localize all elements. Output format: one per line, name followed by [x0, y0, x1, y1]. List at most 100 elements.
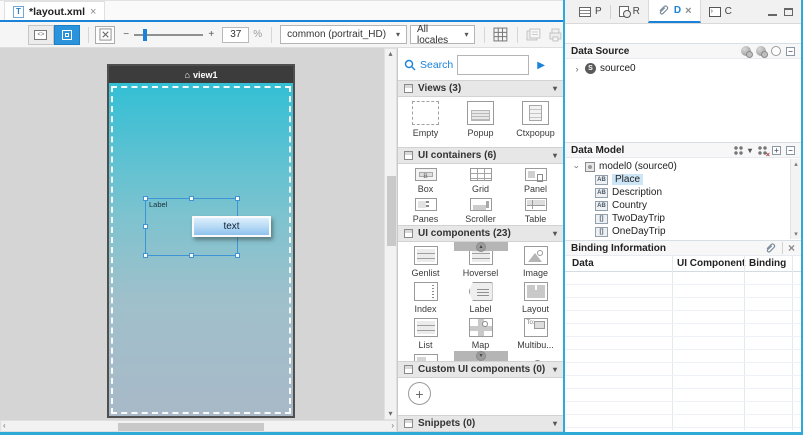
tab-resources[interactable]: R: [611, 0, 648, 23]
data-model-scrollbar[interactable]: ▴ ▾: [790, 159, 801, 239]
canvas-horizontal-scrollbar[interactable]: ‹ ›: [0, 420, 397, 432]
tab-data-binding[interactable]: D ×: [648, 0, 701, 23]
scroll-left-icon[interactable]: ‹: [3, 422, 6, 430]
scroll-up-icon[interactable]: ▴: [388, 50, 392, 58]
scroll-up-icon[interactable]: ▴: [794, 160, 798, 168]
expand-all-icon[interactable]: +: [772, 146, 781, 155]
vertical-scroll-thumb[interactable]: [387, 176, 396, 246]
palette-item-partial[interactable]: [508, 350, 563, 361]
palette-item-image[interactable]: Image: [508, 242, 563, 278]
resize-handle[interactable]: [143, 196, 148, 201]
add-data-model-icon[interactable]: [733, 145, 743, 155]
add-data-source-icon[interactable]: [741, 46, 751, 56]
resize-handle[interactable]: [143, 253, 148, 258]
collapse-all-icon[interactable]: −: [786, 146, 795, 155]
add-custom-component-button[interactable]: +: [408, 382, 431, 405]
resize-handle[interactable]: [143, 224, 148, 229]
model-field-row[interactable]: AB Country: [595, 199, 647, 212]
tab-console[interactable]: › C: [701, 0, 740, 23]
chevron-right-icon[interactable]: ›: [573, 64, 581, 74]
model-field-row[interactable]: [] OneDayTrip: [595, 225, 666, 238]
zoom-in-icon[interactable]: +: [208, 29, 214, 40]
palette-item-genlist[interactable]: Genlist: [398, 242, 453, 278]
zoom-slider-thumb[interactable]: [143, 29, 147, 41]
palette-item-panel[interactable]: Panel: [508, 164, 563, 194]
data-source-root-row[interactable]: › S source0: [573, 62, 636, 75]
home-icon: ⌂: [185, 70, 190, 80]
palette-item-popup[interactable]: Popup: [453, 97, 508, 147]
palette-scroll-down-hint[interactable]: ▾: [454, 351, 508, 361]
scroll-down-icon[interactable]: ▾: [388, 410, 392, 418]
grid-toggle-icon[interactable]: [493, 27, 508, 42]
editor-tab-layout-xml[interactable]: T *layout.xml ×: [4, 1, 105, 21]
palette-item-layout[interactable]: Layout: [508, 278, 563, 314]
snippets-section-header[interactable]: Snippets (0) ▾: [398, 415, 563, 432]
button-widget[interactable]: text: [192, 216, 271, 237]
locales-dropdown[interactable]: All locales ▾: [410, 25, 475, 44]
palette-item-grid[interactable]: Grid: [453, 164, 508, 194]
collapse-caret-icon[interactable]: ▾: [553, 229, 557, 238]
column-header-data[interactable]: Data: [572, 258, 594, 269]
custom-section-header[interactable]: Custom UI components (0) ▾: [398, 361, 563, 378]
collapse-caret-icon[interactable]: ▾: [553, 84, 557, 93]
data-model-root-row[interactable]: › model0 (source0): [573, 160, 677, 173]
palette-item-box[interactable]: Box: [398, 164, 453, 194]
close-icon[interactable]: ×: [685, 6, 691, 16]
design-canvas[interactable]: ⌂ view1 Label text: [0, 48, 384, 420]
paperclip-icon[interactable]: [764, 242, 777, 255]
chevron-expanded-icon[interactable]: ›: [572, 163, 582, 171]
inspect-data-source-icon[interactable]: [771, 46, 781, 56]
palette-scroll-up-hint[interactable]: ▴: [454, 242, 508, 251]
containers-section-header[interactable]: UI containers (6) ▾: [398, 147, 563, 164]
zoom-slider[interactable]: [134, 34, 203, 36]
palette-item-empty[interactable]: Empty: [398, 97, 453, 147]
fit-to-screen-button[interactable]: [95, 26, 115, 44]
palette-search-input[interactable]: [457, 55, 529, 75]
resize-handle[interactable]: [189, 253, 194, 258]
palette-item-partial[interactable]: [398, 350, 453, 361]
zoom-out-icon[interactable]: −: [123, 29, 129, 40]
palette-item-map[interactable]: Map: [453, 314, 508, 350]
tab-properties[interactable]: P: [571, 0, 610, 23]
palette-item-list[interactable]: List: [398, 314, 453, 350]
minimize-icon[interactable]: [768, 14, 777, 16]
collapse-all-icon[interactable]: −: [786, 47, 795, 56]
collapse-caret-icon[interactable]: ▾: [553, 419, 557, 428]
canvas-vertical-scrollbar[interactable]: ▴ ▾: [384, 48, 397, 420]
palette-item-multibutton[interactable]: Multibu...: [508, 314, 563, 350]
maximize-icon[interactable]: [784, 8, 793, 16]
column-header-binding[interactable]: Binding: [749, 258, 786, 269]
resize-handle[interactable]: [235, 196, 240, 201]
scroll-down-icon[interactable]: ▾: [794, 230, 798, 238]
snippets-section-title: Snippets (0): [418, 418, 475, 429]
profile-resolution-dropdown[interactable]: common (portrait_HD) ▾: [280, 25, 407, 44]
palette-item-scroller[interactable]: Scroller: [453, 194, 508, 224]
model-field-row[interactable]: AB Place: [595, 173, 643, 186]
column-header-ui-component[interactable]: UI Component: [677, 258, 745, 269]
palette-item-index[interactable]: Index: [398, 278, 453, 314]
views-section-header[interactable]: Views (3) ▾: [398, 80, 563, 97]
remove-data-model-icon[interactable]: ×: [757, 145, 767, 155]
resize-handle[interactable]: [189, 196, 194, 201]
resize-handle[interactable]: [235, 253, 240, 258]
model-field-row[interactable]: AB Description: [595, 186, 662, 199]
search-go-icon[interactable]: ▶: [537, 60, 545, 71]
palette-item-table[interactable]: Table: [508, 194, 563, 224]
scroll-right-icon[interactable]: ›: [391, 422, 394, 430]
close-icon[interactable]: ×: [90, 7, 96, 17]
palette-item-label-widget[interactable]: Label: [453, 278, 508, 314]
collapse-caret-icon[interactable]: ▾: [553, 151, 557, 160]
close-icon[interactable]: ×: [788, 241, 795, 255]
horizontal-scroll-thumb[interactable]: [118, 423, 264, 431]
components-section-header[interactable]: UI components (23) ▾: [398, 225, 563, 242]
source-view-button[interactable]: <>: [28, 25, 54, 45]
model-field-row[interactable]: [] TwoDayTrip: [595, 212, 665, 225]
chevron-down-icon[interactable]: ▾: [748, 146, 752, 155]
palette-item-ctxpopup[interactable]: Ctxpopup: [508, 97, 563, 147]
palette-item-panes[interactable]: Panes: [398, 194, 453, 224]
collapse-caret-icon[interactable]: ▾: [553, 365, 557, 374]
zoom-percent-input[interactable]: [222, 27, 249, 43]
map-component-icon: [469, 318, 493, 337]
remove-data-source-icon[interactable]: [756, 46, 766, 56]
design-view-button[interactable]: [54, 25, 80, 45]
